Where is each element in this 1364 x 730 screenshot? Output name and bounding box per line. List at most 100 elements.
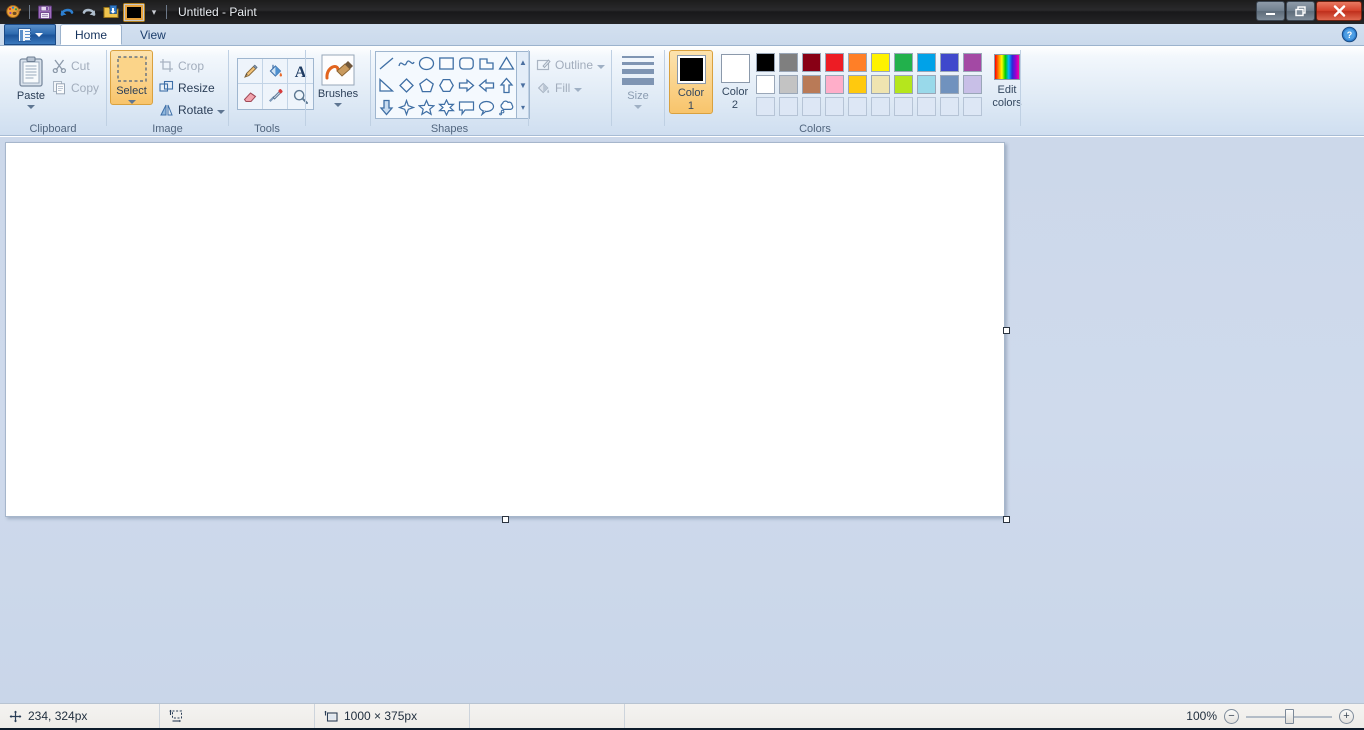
restore-button[interactable]: [1286, 1, 1315, 21]
canvas-handle-bottom[interactable]: [502, 516, 509, 523]
color-1-button[interactable]: Color 1: [669, 50, 713, 114]
crop-button[interactable]: Crop: [157, 55, 206, 76]
copy-button[interactable]: Copy: [50, 77, 101, 98]
shape-diamond[interactable]: [396, 74, 416, 96]
shape-curve[interactable]: [396, 52, 416, 74]
paint-menu-button[interactable]: [4, 24, 56, 45]
shape-four-point-star[interactable]: [396, 96, 416, 118]
minimize-button[interactable]: [1256, 1, 1285, 21]
select-button[interactable]: Select: [110, 50, 153, 105]
palette-cell-2-5[interactable]: [846, 73, 869, 95]
palette-swatch: [894, 96, 913, 116]
shape-right-triangle[interactable]: [376, 74, 396, 96]
paste-dropdown-icon[interactable]: [27, 105, 35, 109]
palette-cell-1-4[interactable]: [823, 51, 846, 73]
palette-cell-3-2[interactable]: [777, 95, 800, 117]
qat-dropdown-icon[interactable]: ▾: [147, 2, 161, 22]
zoom-out-button[interactable]: −: [1224, 708, 1239, 724]
palette-cell-3-8[interactable]: [915, 95, 938, 117]
select-dropdown-icon[interactable]: [127, 100, 136, 104]
workspace[interactable]: [0, 137, 1364, 703]
zoom-slider[interactable]: [1246, 708, 1332, 724]
color-2-button[interactable]: Color 2: [713, 50, 757, 112]
palette-cell-1-9[interactable]: [938, 51, 961, 73]
canvas-handle-corner[interactable]: [1003, 516, 1010, 523]
shape-pentagon[interactable]: [416, 74, 436, 96]
brushes-dropdown-icon[interactable]: [334, 103, 342, 107]
palette-cell-2-8[interactable]: [915, 73, 938, 95]
shape-left-arrow[interactable]: [476, 74, 496, 96]
outline-button[interactable]: Outline: [534, 54, 607, 75]
outline-dropdown-icon[interactable]: [597, 65, 606, 69]
palette-cell-3-3[interactable]: [800, 95, 823, 117]
eraser-tool-button[interactable]: [238, 84, 263, 109]
palette-cell-3-5[interactable]: [846, 95, 869, 117]
rotate-dropdown-icon[interactable]: [217, 110, 226, 114]
palette-cell-2-2[interactable]: [777, 73, 800, 95]
color-picker-tool-button[interactable]: [263, 84, 288, 109]
palette-cell-1-8[interactable]: [915, 51, 938, 73]
save-icon[interactable]: [35, 2, 55, 22]
drawing-canvas[interactable]: [5, 142, 1005, 517]
zoom-in-button[interactable]: +: [1339, 708, 1354, 724]
size-dropdown-icon[interactable]: [634, 105, 642, 109]
shape-triangle[interactable]: [496, 52, 516, 74]
undo-icon[interactable]: [57, 2, 77, 22]
brushes-button[interactable]: Brushes: [316, 50, 360, 107]
shape-up-arrow[interactable]: [496, 74, 516, 96]
palette-cell-3-10[interactable]: [961, 95, 984, 117]
fill-bucket-tool-button[interactable]: [263, 59, 288, 84]
palette-cell-3-6[interactable]: [869, 95, 892, 117]
shape-oval[interactable]: [416, 52, 436, 74]
shape-five-point-star[interactable]: [416, 96, 436, 118]
palette-cell-2-4[interactable]: [823, 73, 846, 95]
palette-cell-2-3[interactable]: [800, 73, 823, 95]
palette-cell-1-10[interactable]: [961, 51, 984, 73]
cut-button[interactable]: Cut: [50, 55, 92, 76]
palette-cell-2-6[interactable]: [869, 73, 892, 95]
shape-rectangle[interactable]: [436, 52, 456, 74]
shape-hexagon[interactable]: [436, 74, 456, 96]
shape-polygon[interactable]: [476, 52, 496, 74]
palette-cell-3-9[interactable]: [938, 95, 961, 117]
pencil-tool-button[interactable]: [238, 59, 263, 84]
palette-cell-2-9[interactable]: [938, 73, 961, 95]
paint-app-icon[interactable]: [4, 2, 24, 22]
shape-rounded-rectangle[interactable]: [456, 52, 476, 74]
canvas-handle-right[interactable]: [1003, 327, 1010, 334]
help-icon[interactable]: ?: [1341, 26, 1358, 43]
palette-cell-2-1[interactable]: [754, 73, 777, 95]
fill-dropdown-icon[interactable]: [574, 88, 583, 92]
palette-cell-3-1[interactable]: [754, 95, 777, 117]
palette-cell-3-4[interactable]: [823, 95, 846, 117]
palette-cell-3-7[interactable]: [892, 95, 915, 117]
palette-cell-1-7[interactable]: [892, 51, 915, 73]
rotate-button[interactable]: Rotate: [157, 99, 227, 120]
resize-button[interactable]: Resize: [157, 77, 217, 98]
shape-line[interactable]: [376, 52, 396, 74]
open-icon[interactable]: [101, 2, 121, 22]
palette-cell-1-3[interactable]: [800, 51, 823, 73]
paste-button[interactable]: Paste: [8, 52, 54, 109]
tab-view[interactable]: View: [126, 24, 180, 45]
shape-oval-callout[interactable]: [476, 96, 496, 118]
palette-cell-2-7[interactable]: [892, 73, 915, 95]
fill-button[interactable]: Fill: [534, 77, 584, 98]
size-button[interactable]: Size: [616, 52, 660, 109]
palette-cell-1-6[interactable]: [869, 51, 892, 73]
palette-cell-2-10[interactable]: [961, 73, 984, 95]
shape-rectangular-callout[interactable]: [456, 96, 476, 118]
shape-down-arrow[interactable]: [376, 96, 396, 118]
shape-right-arrow[interactable]: [456, 74, 476, 96]
color-chip-button[interactable]: [123, 2, 145, 22]
palette-cell-1-2[interactable]: [777, 51, 800, 73]
palette-cell-1-1[interactable]: [754, 51, 777, 73]
close-button[interactable]: [1316, 1, 1362, 21]
redo-icon[interactable]: [79, 2, 99, 22]
shape-six-point-star[interactable]: [436, 96, 456, 118]
edit-colors-button[interactable]: Edit colors: [986, 49, 1028, 110]
tab-home[interactable]: Home: [60, 24, 123, 45]
palette-cell-1-5[interactable]: [846, 51, 869, 73]
shape-cloud-callout[interactable]: [496, 96, 516, 118]
zoom-slider-thumb[interactable]: [1285, 708, 1294, 724]
